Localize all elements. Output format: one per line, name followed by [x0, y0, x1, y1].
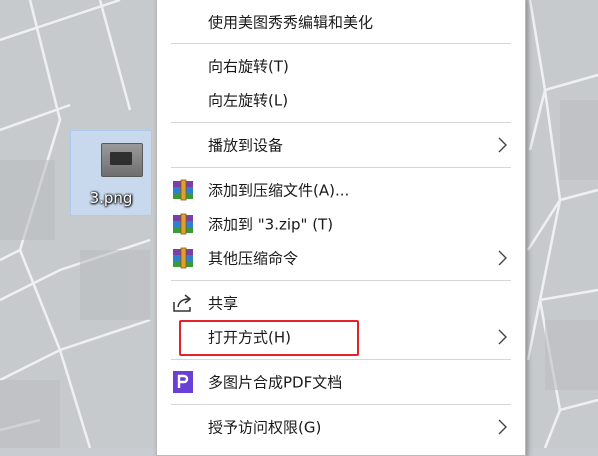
pdf-merge-icon [173, 371, 193, 393]
winrar-archive-icon [173, 179, 193, 201]
menu-separator [171, 167, 511, 168]
menu-separator [171, 122, 511, 123]
menu-item-label: 多图片合成PDF文档 [208, 373, 343, 392]
winrar-archive-icon [173, 213, 193, 235]
menu-item-label: 添加到压缩文件(A)... [208, 181, 350, 200]
file-name-label: 3.png [89, 189, 133, 207]
menu-item-label: 向左旋转(L) [208, 91, 289, 110]
menu-item-add-to-archive[interactable]: 添加到压缩文件(A)... [157, 173, 525, 207]
chevron-right-icon [498, 329, 507, 345]
menu-item-label: 其他压缩命令 [208, 249, 299, 268]
share-icon [173, 294, 192, 312]
desktop-file-icon[interactable]: 3.png [70, 130, 152, 216]
menu-item-label: 播放到设备 [208, 136, 284, 155]
context-menu: 使用美图秀秀编辑和美化 向右旋转(T) 向左旋转(L) 播放到设备 添加到压缩文… [156, 0, 526, 456]
winrar-archive-icon [173, 247, 193, 269]
menu-item-label: 共享 [208, 294, 239, 313]
image-thumbnail-icon [101, 143, 143, 177]
menu-item-meitu-edit[interactable]: 使用美图秀秀编辑和美化 [157, 5, 525, 39]
menu-separator [171, 280, 511, 281]
menu-item-cast-to-device[interactable]: 播放到设备 [157, 128, 525, 162]
menu-item-add-to-zip[interactable]: 添加到 "3.zip" (T) [157, 207, 525, 241]
menu-item-grant-access[interactable]: 授予访问权限(G) [157, 410, 525, 444]
chevron-right-icon [498, 137, 507, 153]
menu-item-rotate-right[interactable]: 向右旋转(T) [157, 49, 525, 83]
menu-item-label: 打开方式(H) [208, 328, 291, 347]
menu-item-rotate-left[interactable]: 向左旋转(L) [157, 83, 525, 117]
menu-separator [171, 404, 511, 405]
menu-item-other-compress-commands[interactable]: 其他压缩命令 [157, 241, 525, 275]
menu-item-label: 向右旋转(T) [208, 57, 289, 76]
menu-item-label: 添加到 "3.zip" (T) [208, 215, 334, 234]
menu-separator [171, 359, 511, 360]
menu-item-share[interactable]: 共享 [157, 286, 525, 320]
menu-item-label: 使用美图秀秀编辑和美化 [208, 13, 374, 32]
menu-item-open-with[interactable]: 打开方式(H) [157, 320, 525, 354]
menu-separator [171, 43, 511, 44]
chevron-right-icon [498, 250, 507, 266]
menu-item-merge-pdf[interactable]: 多图片合成PDF文档 [157, 365, 525, 399]
chevron-right-icon [498, 419, 507, 435]
menu-item-label: 授予访问权限(G) [208, 418, 322, 437]
